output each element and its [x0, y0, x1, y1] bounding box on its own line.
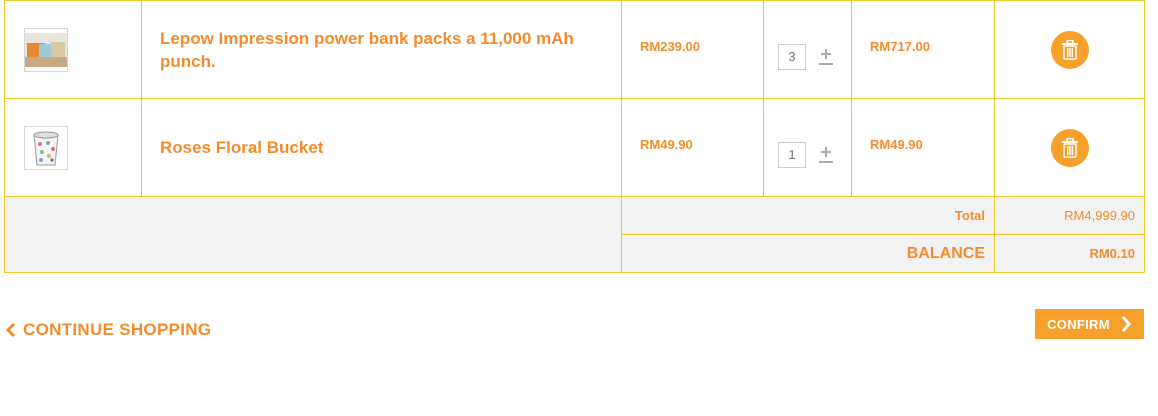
remove-item-button[interactable]: [1050, 30, 1089, 69]
power-bank-thumbnail[interactable]: [24, 27, 68, 72]
summary-spacer: [4, 196, 622, 273]
subtotal-cell: RM49.90: [851, 98, 995, 197]
quantity-cell: 3: [763, 0, 852, 99]
remove-cell: [994, 0, 1145, 99]
unit-price: RM239.00: [640, 39, 700, 54]
unit-price: RM49.90: [640, 137, 693, 152]
line-subtotal: RM717.00: [870, 39, 930, 54]
cart-row: Roses Floral Bucket RM49.90 1 RM49.90: [4, 98, 1145, 197]
product-name[interactable]: Lepow Impression power bank packs a 11,0…: [141, 0, 622, 99]
chevron-right-icon: [1121, 316, 1131, 332]
confirm-label: CONFIRM: [1047, 316, 1110, 332]
remove-cell: [994, 98, 1145, 197]
quantity-input[interactable]: 1: [778, 142, 806, 168]
total-row: Total RM4,999.90: [4, 196, 1145, 273]
balance-value: RM0.10: [994, 234, 1145, 273]
cart-table: Lepow Impression power bank packs a 11,0…: [4, 0, 1145, 273]
chevron-left-icon: [5, 322, 16, 338]
quantity-input[interactable]: 3: [778, 44, 806, 70]
product-name[interactable]: Roses Floral Bucket: [141, 98, 622, 197]
subtotal-cell: RM717.00: [851, 0, 995, 99]
floral-bucket-thumbnail[interactable]: [24, 125, 68, 170]
cart-row: Lepow Impression power bank packs a 11,0…: [4, 0, 1145, 99]
unit-price-cell: RM239.00: [621, 0, 764, 99]
remove-item-button[interactable]: [1050, 128, 1089, 167]
plus-minus-icon[interactable]: [819, 143, 833, 165]
trash-icon: [1061, 39, 1078, 60]
thumbnail-cell: [4, 98, 142, 197]
unit-price-cell: RM49.90: [621, 98, 764, 197]
confirm-button[interactable]: CONFIRM: [1035, 309, 1144, 339]
continue-shopping-link[interactable]: CONTINUE SHOPPING: [5, 320, 211, 340]
thumbnail-cell: [4, 0, 142, 99]
continue-shopping-label: CONTINUE SHOPPING: [23, 320, 212, 339]
balance-label: BALANCE: [621, 234, 995, 273]
trash-icon: [1061, 137, 1078, 158]
plus-minus-icon[interactable]: [819, 45, 833, 67]
total-label: Total: [621, 196, 995, 235]
line-subtotal: RM49.90: [870, 137, 923, 152]
total-value: RM4,999.90: [994, 196, 1145, 235]
quantity-cell: 1: [763, 98, 852, 197]
